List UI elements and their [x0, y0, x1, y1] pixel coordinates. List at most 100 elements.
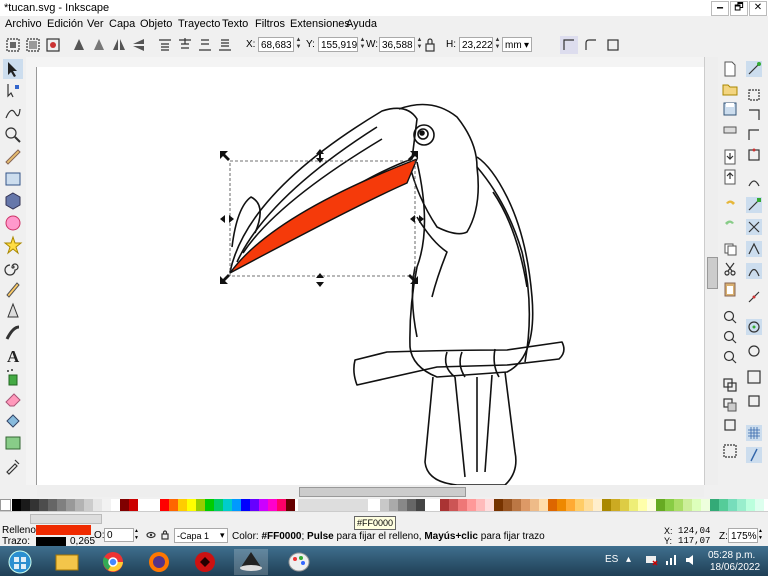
- snap-nodes-icon[interactable]: [746, 173, 762, 189]
- rotate-ccw-icon[interactable]: [70, 36, 88, 54]
- snap-path-intersection-icon[interactable]: [746, 219, 762, 235]
- snap-toggle-icon[interactable]: [746, 61, 762, 77]
- raise-to-top-icon[interactable]: [156, 36, 174, 54]
- palette-swatch[interactable]: [647, 499, 656, 511]
- zoom-drawing-icon[interactable]: [722, 329, 738, 345]
- palette-swatch[interactable]: [205, 499, 214, 511]
- clone-icon[interactable]: [722, 397, 738, 413]
- palette-swatch[interactable]: [602, 499, 611, 511]
- import-icon[interactable]: [722, 149, 738, 165]
- palette-swatch[interactable]: [250, 499, 259, 511]
- firefox-icon[interactable]: [142, 549, 176, 575]
- toucan-drawing[interactable]: [37, 67, 704, 485]
- snap-object-center-icon[interactable]: [746, 319, 762, 335]
- palette-swatch[interactable]: [476, 499, 485, 511]
- snap-cusp-nodes-icon[interactable]: [746, 241, 762, 257]
- unlink-clone-icon[interactable]: [722, 417, 738, 433]
- export-icon[interactable]: [722, 169, 738, 185]
- menu-extensiones[interactable]: Extensiones: [290, 18, 350, 30]
- cut-icon[interactable]: [722, 261, 738, 277]
- palette-swatch[interactable]: [66, 499, 75, 511]
- palette-swatch[interactable]: [196, 499, 205, 511]
- raise-icon[interactable]: [176, 36, 194, 54]
- zoom-icon[interactable]: [3, 125, 23, 145]
- zoom-spinner[interactable]: ▲ ▼: [758, 528, 766, 543]
- eye-icon[interactable]: [146, 530, 156, 540]
- snap-bbox-edge-icon[interactable]: [746, 107, 762, 123]
- undo-icon[interactable]: [722, 195, 738, 211]
- flip-horizontal-icon[interactable]: [110, 36, 128, 54]
- palette-swatch[interactable]: [268, 499, 277, 511]
- selector-arrow-icon[interactable]: [3, 59, 23, 79]
- start-button-icon[interactable]: [2, 549, 38, 575]
- horizontal-scroll-thumb[interactable]: [299, 487, 466, 497]
- stroke-swatch[interactable]: [36, 537, 66, 546]
- scale-handle-right[interactable]: [410, 215, 424, 223]
- drawing-canvas[interactable]: [37, 67, 704, 485]
- palette-swatch[interactable]: [584, 499, 593, 511]
- palette-swatch[interactable]: [692, 499, 701, 511]
- palette-swatch[interactable]: [557, 499, 566, 511]
- palette-swatch[interactable]: [102, 499, 111, 511]
- node-editor-icon[interactable]: [3, 81, 23, 101]
- scale-handle-bottom[interactable]: [316, 273, 324, 287]
- lower-to-bottom-icon[interactable]: [216, 36, 234, 54]
- scale-handle-bottom-left[interactable]: [220, 274, 230, 284]
- lock-layer-icon[interactable]: [160, 530, 170, 540]
- palette-swatch[interactable]: [169, 499, 178, 511]
- palette-swatch[interactable]: [674, 499, 683, 511]
- menu-ver[interactable]: Ver: [87, 18, 104, 30]
- deselect-icon[interactable]: [44, 36, 62, 54]
- rectangle-icon[interactable]: [3, 169, 23, 189]
- paint-bucket-icon[interactable]: [3, 411, 23, 431]
- snap-rotation-center-icon[interactable]: [746, 343, 762, 359]
- palette-swatch[interactable]: [620, 499, 629, 511]
- horizontal-scrollbar[interactable]: [37, 485, 704, 497]
- palette-swatch[interactable]: [701, 499, 710, 511]
- palette-swatch[interactable]: [530, 499, 539, 511]
- red-app-icon[interactable]: [188, 549, 222, 575]
- palette-swatch[interactable]: [223, 499, 232, 511]
- palette-swatch[interactable]: [494, 499, 503, 511]
- palette-swatch[interactable]: [398, 499, 407, 511]
- 3d-box-icon[interactable]: [3, 191, 23, 211]
- palette-none-swatch[interactable]: [0, 499, 11, 511]
- snap-line-midpoint-icon[interactable]: [746, 289, 762, 305]
- zoom-field[interactable]: 175%: [728, 528, 758, 543]
- clock-time[interactable]: 05:28 p.m.: [708, 550, 755, 561]
- snap-bbox-corner-icon[interactable]: [746, 127, 762, 143]
- menu-filtros[interactable]: Filtros: [255, 18, 285, 30]
- palette-swatch[interactable]: [84, 499, 93, 511]
- lower-icon[interactable]: [196, 36, 214, 54]
- palette-swatch[interactable]: [120, 499, 129, 511]
- palette-swatch[interactable]: [160, 499, 169, 511]
- menu-edicion[interactable]: Edición: [47, 18, 83, 30]
- palette-swatch[interactable]: [467, 499, 476, 511]
- palette-swatch[interactable]: [512, 499, 521, 511]
- snap-bbox-icon[interactable]: [746, 87, 762, 103]
- palette-swatch[interactable]: [178, 499, 187, 511]
- palette-swatch[interactable]: [521, 499, 530, 511]
- vertical-scroll-thumb[interactable]: [707, 257, 718, 289]
- palette-swatch[interactable]: [407, 499, 416, 511]
- snap-page-border-icon[interactable]: [746, 369, 762, 385]
- palette-swatch[interactable]: [458, 499, 467, 511]
- menu-archivo[interactable]: Archivo: [5, 18, 42, 30]
- scale-handle-top-left[interactable]: [220, 151, 230, 161]
- duplicate-icon[interactable]: [722, 377, 738, 393]
- palette-swatch[interactable]: [656, 499, 665, 511]
- menu-texto[interactable]: Texto: [222, 18, 248, 30]
- branch-shape[interactable]: [353, 341, 565, 386]
- palette-swatch[interactable]: [241, 499, 250, 511]
- snap-page-icon[interactable]: [746, 393, 762, 409]
- action-center-icon[interactable]: [644, 553, 658, 567]
- palette-swatch[interactable]: [485, 499, 494, 511]
- palette-swatch[interactable]: [683, 499, 692, 511]
- lock-icon[interactable]: [424, 36, 436, 54]
- file-explorer-icon[interactable]: [50, 549, 84, 575]
- palette-swatch[interactable]: [503, 499, 512, 511]
- menu-trayecto[interactable]: Trayecto: [178, 18, 220, 30]
- clock-date[interactable]: 18/06/2022: [710, 562, 760, 573]
- group-icon[interactable]: [722, 443, 738, 459]
- vertical-ruler[interactable]: [26, 67, 37, 485]
